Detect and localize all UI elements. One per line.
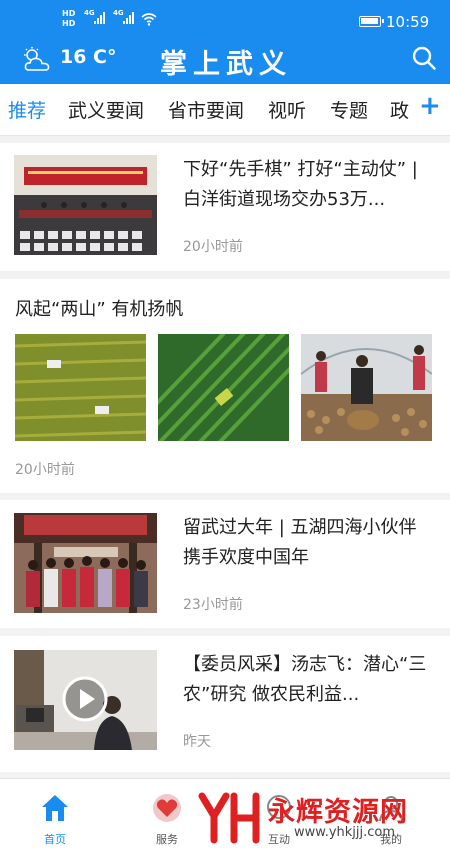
watermark: 永辉资源网 www.yhkjjj.com bbox=[198, 790, 438, 846]
news-time: 23小时前 bbox=[183, 597, 243, 613]
news-card[interactable]: 【委员风采】汤志飞：潜心“三农”研究 做农民利益... 昨天 bbox=[0, 636, 450, 772]
cloud-sun-icon[interactable] bbox=[22, 46, 52, 74]
news-time: 20小时前 bbox=[183, 239, 243, 255]
farmland-photo bbox=[15, 334, 146, 441]
signal-bars-icon bbox=[123, 12, 134, 24]
group-photo-thumbnail bbox=[14, 513, 157, 613]
signal-bars-icon bbox=[94, 12, 105, 24]
news-title[interactable]: 【委员风采】汤志飞：潜心“三农”研究 做农民利益... bbox=[183, 650, 438, 710]
app-bar: 16 C° 掌上武义 bbox=[0, 40, 450, 84]
status-bar: HD HD 4G 4G 10:59 bbox=[0, 0, 450, 40]
tab-special[interactable]: 专题 bbox=[330, 96, 368, 123]
search-icon[interactable] bbox=[411, 45, 437, 71]
heart-icon bbox=[153, 794, 181, 822]
home-icon bbox=[42, 795, 68, 821]
nav-home[interactable]: 首页 bbox=[10, 779, 100, 850]
app-title: 掌上武义 bbox=[160, 49, 292, 80]
tab-province-news[interactable]: 省市要闻 bbox=[168, 96, 244, 123]
tab-audio-video[interactable]: 视听 bbox=[268, 96, 306, 123]
watermark-text: 永辉资源网 bbox=[268, 797, 408, 828]
meeting-thumbnail bbox=[14, 155, 157, 255]
nav-home-label: 首页 bbox=[44, 833, 66, 846]
news-title[interactable]: 下好“先手棋” 打好“主动仗” | 白洋街道现场交办53万... bbox=[183, 155, 438, 215]
wifi-icon bbox=[141, 13, 157, 26]
video-thumbnail[interactable] bbox=[14, 650, 157, 750]
news-time: 昨天 bbox=[183, 734, 211, 750]
category-tabs: 推荐 武义要闻 省市要闻 视听 专题 政 + bbox=[0, 84, 450, 136]
news-card[interactable]: 留武过大年 | 五湖四海小伙伴 携手欢度中国年 23小时前 bbox=[0, 500, 450, 628]
tea-field-photo bbox=[158, 334, 289, 441]
tab-politics[interactable]: 政 bbox=[390, 96, 409, 123]
watermark-url: www.yhkjjj.com bbox=[294, 825, 396, 840]
temperature: 16 C° bbox=[60, 46, 117, 68]
add-tab-button[interactable]: + bbox=[419, 91, 441, 121]
tab-recommend[interactable]: 推荐 bbox=[8, 96, 46, 123]
status-time: 10:59 bbox=[386, 13, 430, 31]
play-icon[interactable] bbox=[62, 676, 108, 722]
news-card[interactable]: 下好“先手棋” 打好“主动仗” | 白洋街道现场交办53万... 20小时前 bbox=[0, 143, 450, 271]
watermark-logo bbox=[198, 792, 260, 844]
battery-icon bbox=[359, 16, 384, 27]
greenhouse-photo bbox=[301, 334, 432, 441]
news-card[interactable]: 风起“两山” 有机扬帆 20小时前 bbox=[0, 279, 450, 493]
news-title[interactable]: 留武过大年 | 五湖四海小伙伴 携手欢度中国年 bbox=[183, 513, 438, 573]
sim-indicator: HD HD bbox=[62, 9, 76, 28]
news-time: 20小时前 bbox=[15, 462, 75, 478]
tab-wuyi-news[interactable]: 武义要闻 bbox=[68, 96, 144, 123]
news-title[interactable]: 风起“两山” 有机扬帆 bbox=[15, 295, 183, 321]
